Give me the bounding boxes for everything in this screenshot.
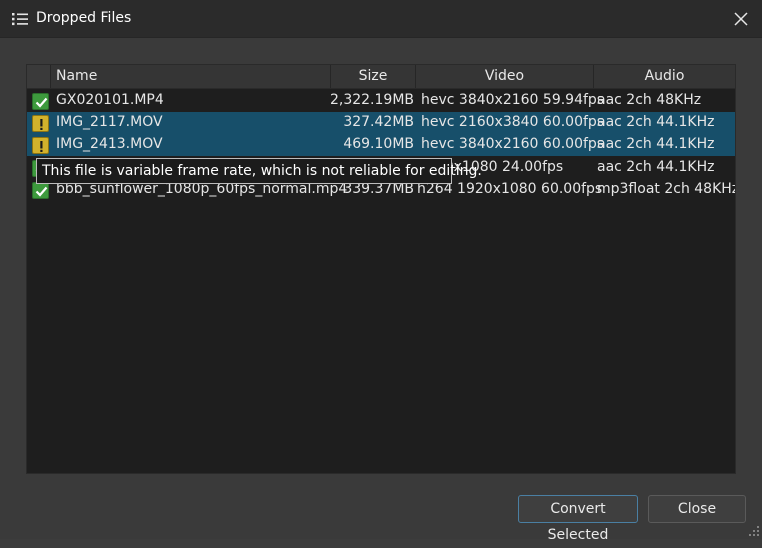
table-row[interactable]: IMG_2117.MOV 327.42MB hevc 2160x3840 60.… <box>27 112 735 134</box>
status-column-header[interactable] <box>27 65 51 88</box>
warning-icon <box>32 115 49 132</box>
audio-info: aac 2ch 44.1KHz <box>597 159 715 175</box>
file-name: IMG_2117.MOV <box>56 114 163 130</box>
table-header: Name Size Video Audio <box>27 65 735 89</box>
file-size: 327.42MB <box>343 114 414 130</box>
video-info: hevc 2160x3840 60.00fps <box>421 114 605 130</box>
close-icon[interactable] <box>728 6 754 32</box>
checkmark-icon <box>32 93 49 110</box>
file-name: IMG_2413.MOV <box>56 136 163 152</box>
close-button[interactable]: Close <box>648 495 746 523</box>
name-column-header[interactable]: Name <box>51 65 331 88</box>
size-column-header[interactable]: Size <box>331 65 416 88</box>
resize-grip-icon[interactable] <box>748 525 760 537</box>
audio-info: aac 2ch 44.1KHz <box>597 136 715 152</box>
file-size: 2,322.19MB <box>329 92 414 108</box>
convert-selected-button[interactable]: Convert Selected <box>518 495 638 543</box>
audio-info: aac 2ch 48KHz <box>597 92 702 108</box>
dropped-files-dialog: Dropped Files Name Size Video Audio GX02… <box>0 0 762 543</box>
title-bar: Dropped Files <box>0 0 762 38</box>
checkmark-icon <box>32 182 49 199</box>
file-size: 469.10MB <box>343 136 414 152</box>
audio-info: mp3float 2ch 48KHz <box>597 181 736 197</box>
video-column-header[interactable]: Video <box>416 65 594 88</box>
audio-column-header[interactable]: Audio <box>594 65 735 88</box>
file-name: GX020101.MP4 <box>56 92 164 108</box>
file-list[interactable]: Name Size Video Audio GX020101.MP4 2,322… <box>26 64 736 474</box>
list-icon <box>12 13 28 26</box>
table-row[interactable]: GX020101.MP4 2,322.19MB hevc 3840x2160 5… <box>27 90 735 112</box>
audio-info: aac 2ch 44.1KHz <box>597 114 715 130</box>
vfr-warning-tooltip: This file is variable frame rate, which … <box>36 158 482 184</box>
warning-icon <box>32 137 49 154</box>
window-title: Dropped Files <box>36 10 132 26</box>
video-info: hevc 3840x2160 60.00fps <box>421 136 605 152</box>
table-row[interactable]: IMG_2413.MOV 469.10MB hevc 3840x2160 60.… <box>27 134 735 156</box>
video-info: hevc 3840x2160 59.94fps <box>421 92 605 108</box>
